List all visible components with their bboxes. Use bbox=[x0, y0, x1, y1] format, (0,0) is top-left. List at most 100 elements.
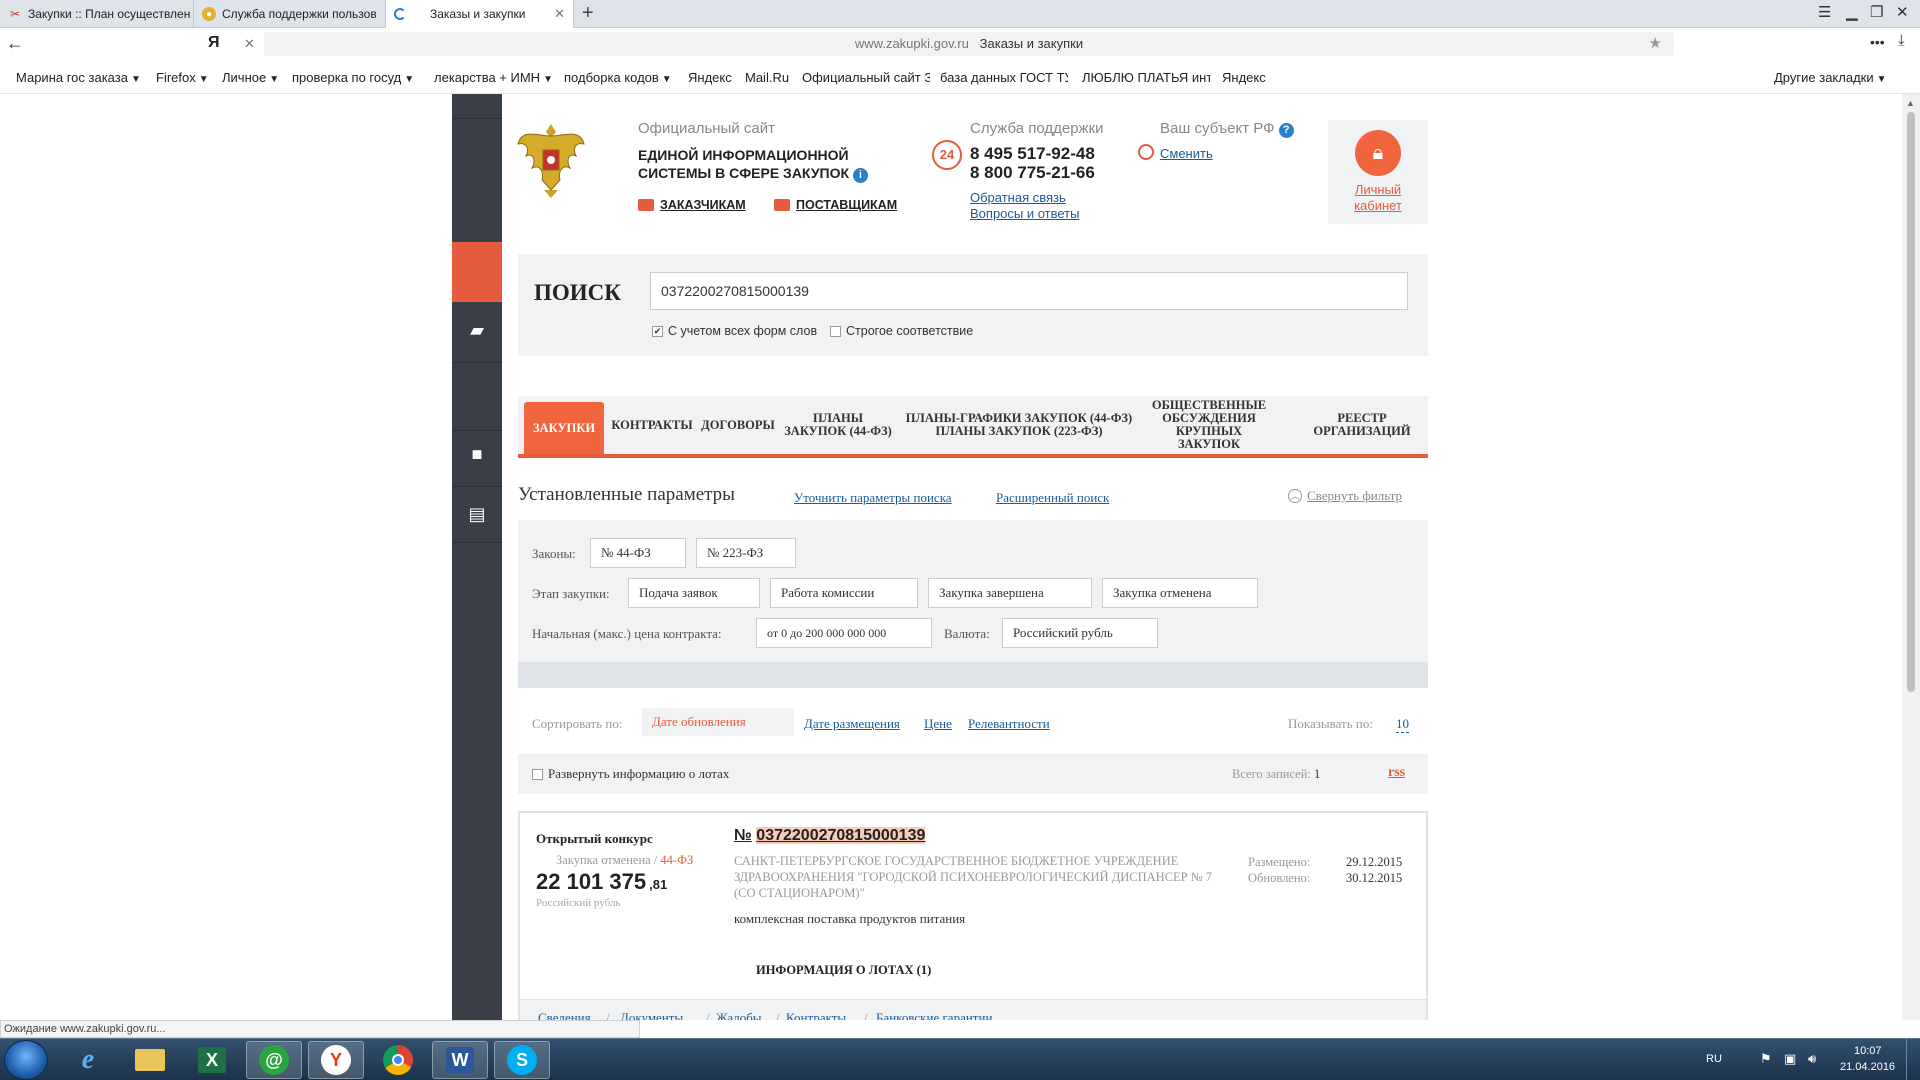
faq-link[interactable]: Вопросы и ответы bbox=[970, 206, 1079, 221]
menu-icon[interactable]: ☰ bbox=[1818, 4, 1831, 22]
filter-panel: Законы: № 44-ФЗ № 223-ФЗ Этап закупки: П… bbox=[518, 520, 1428, 688]
expand-lots-checkbox[interactable]: Развернуть информацию о лотах bbox=[532, 766, 729, 782]
start-button[interactable] bbox=[4, 1040, 48, 1080]
stage-commission-chip[interactable]: Работа комиссии bbox=[770, 578, 918, 608]
yandex-browser-icon[interactable]: Y bbox=[308, 1041, 364, 1079]
procurement-number-link[interactable]: № 0372200270815000139 bbox=[734, 827, 926, 845]
tab-public-discussions[interactable]: Общественные обсуждения крупных закупок bbox=[1144, 396, 1274, 454]
back-arrow-icon[interactable]: ← bbox=[6, 33, 24, 54]
nav-item-active[interactable] bbox=[452, 242, 502, 302]
scrollbar-thumb[interactable] bbox=[1907, 112, 1915, 692]
info-icon[interactable]: i bbox=[852, 168, 868, 183]
other-bookmarks[interactable]: Другие закладки ▼ bbox=[1774, 70, 1887, 85]
mail-agent-icon[interactable]: @ bbox=[246, 1041, 302, 1079]
link-documents[interactable]: Документы bbox=[620, 1010, 683, 1020]
bookmark-1[interactable]: Марина гос заказа ▼ bbox=[16, 70, 142, 85]
refine-search-link[interactable]: Уточнить параметры поиска bbox=[794, 490, 952, 506]
tray-volume-icon[interactable]: 🔊︎ bbox=[1808, 1051, 1816, 1067]
law-223-chip[interactable]: № 223-ФЗ bbox=[696, 538, 796, 568]
language-indicator[interactable]: RU bbox=[1706, 1053, 1722, 1065]
price-range-chip[interactable]: от 0 до 200 000 000 000 bbox=[756, 618, 932, 648]
tab-agreements[interactable]: Договоры bbox=[698, 396, 778, 454]
sort-by-price-link[interactable]: Цене bbox=[924, 716, 952, 732]
download-icon[interactable]: ⤓ bbox=[1898, 32, 1905, 49]
stage-completed-chip[interactable]: Закупка завершена bbox=[928, 578, 1092, 608]
excel-icon[interactable]: X bbox=[184, 1041, 240, 1079]
tab-plan-schedules[interactable]: Планы-графики закупок (44-ФЗ) Планы закуп… bbox=[900, 396, 1138, 454]
briefcase-icon[interactable]: ■ bbox=[452, 444, 502, 465]
advanced-search-link[interactable]: Расширенный поиск bbox=[996, 490, 1109, 506]
feedback-link[interactable]: Обратная связь bbox=[970, 190, 1066, 205]
scroll-up-icon[interactable]: ▲ bbox=[1906, 98, 1915, 108]
collapse-filter-link[interactable]: ︿ Свернуть фильтр bbox=[1288, 488, 1402, 504]
close-window-icon[interactable]: ✕ bbox=[1896, 4, 1909, 22]
yandex-icon[interactable]: Я bbox=[208, 34, 220, 52]
rss-link[interactable]: rss bbox=[1388, 765, 1405, 781]
word-icon[interactable]: W bbox=[432, 1041, 488, 1079]
currency-chip[interactable]: Российский рубль bbox=[1002, 618, 1158, 648]
link-bank-guarantees[interactable]: Банковские гарантии bbox=[876, 1010, 992, 1020]
bookmark-12[interactable]: Яндекс bbox=[1222, 70, 1266, 85]
tray-flag-icon[interactable]: ⚑ bbox=[1760, 1051, 1772, 1067]
clock-time[interactable]: 10:07 bbox=[1854, 1045, 1882, 1057]
link-details[interactable]: Сведения bbox=[538, 1010, 591, 1020]
browser-tab-2[interactable]: ● Служба поддержки пользов bbox=[194, 0, 386, 28]
tab-plans[interactable]: Планы закупок (44-ФЗ) bbox=[782, 396, 894, 454]
region-change-link[interactable]: Сменить bbox=[1160, 146, 1213, 161]
help-icon[interactable]: ? bbox=[1278, 123, 1294, 138]
link-contracts[interactable]: Контракты bbox=[786, 1010, 846, 1020]
page-scrollbar[interactable]: ▲ bbox=[1902, 94, 1920, 1020]
lots-info-toggle[interactable]: ИНФОРМАЦИЯ О ЛОТАХ (1) bbox=[756, 963, 931, 978]
personal-cabinet-button[interactable]: 🔒︎ Личный кабинет bbox=[1328, 120, 1428, 224]
suppliers-link[interactable]: ПОСТАВЩИКАМ bbox=[774, 198, 897, 212]
bookmark-8[interactable]: Mail.Ru bbox=[745, 70, 789, 85]
sort-by-posted-link[interactable]: Дате размещения bbox=[804, 716, 900, 732]
more-icon[interactable]: ••• bbox=[1870, 34, 1885, 50]
star-icon[interactable]: ★ bbox=[1649, 32, 1662, 56]
address-field[interactable]: www.zakupki.gov.ru Заказы и закупки ★ bbox=[264, 32, 1674, 56]
link-complaints[interactable]: Жалобы bbox=[716, 1010, 762, 1020]
strict-match-checkbox[interactable]: Строгое соответствие bbox=[830, 324, 973, 338]
document-icon[interactable]: ▤ bbox=[452, 504, 502, 525]
address-bar-row: ← Я ✕ www.zakupki.gov.ru Заказы и закупк… bbox=[0, 28, 1920, 60]
close-tab-icon[interactable]: ✕ bbox=[554, 6, 565, 22]
sort-by-updated-active[interactable]: Дате обновления bbox=[642, 708, 794, 736]
bookmark-5[interactable]: лекарства + ИМН ▼ bbox=[434, 70, 553, 85]
show-desktop-button[interactable] bbox=[1906, 1039, 1920, 1080]
folder-icon[interactable] bbox=[122, 1041, 178, 1079]
bookmark-9[interactable]: Официальный сайт З bbox=[802, 70, 930, 85]
browser-tab-3[interactable]: Заказы и закупки ✕ bbox=[386, 0, 574, 28]
stage-cancelled-chip[interactable]: Закупка отменена bbox=[1102, 578, 1258, 608]
browser-tab-bar: ✂ Закупки :: План осуществлен ● Служба п… bbox=[0, 0, 1920, 28]
restore-icon[interactable]: ❐ bbox=[1870, 4, 1883, 22]
bookmark-11[interactable]: ЛЮБЛЮ ПЛАТЬЯ инт bbox=[1082, 70, 1210, 85]
chrome-icon[interactable] bbox=[370, 1041, 426, 1079]
book-icon[interactable]: ▰ bbox=[452, 320, 502, 341]
browser-tab-1[interactable]: ✂ Закупки :: План осуществлен bbox=[0, 0, 194, 28]
clock-date[interactable]: 21.04.2016 bbox=[1840, 1061, 1895, 1073]
bookmark-10[interactable]: база данных ГОСТ ТУ bbox=[940, 70, 1068, 85]
price-cents: ,81 bbox=[649, 877, 668, 892]
skype-icon[interactable]: S bbox=[494, 1041, 550, 1079]
law-44-chip[interactable]: № 44-ФЗ bbox=[590, 538, 686, 568]
bookmark-2[interactable]: Firefox ▼ bbox=[156, 70, 209, 85]
stop-icon[interactable]: ✕ bbox=[244, 36, 255, 52]
new-tab-button[interactable]: + bbox=[582, 3, 594, 23]
ie-icon[interactable]: e bbox=[60, 1041, 116, 1079]
sort-by-relevance-link[interactable]: Релевантности bbox=[968, 716, 1050, 732]
tab-purchases[interactable]: Закупки bbox=[524, 402, 604, 454]
tab-contracts[interactable]: Контракты bbox=[610, 396, 694, 454]
bookmark-6[interactable]: подборка кодов ▼ bbox=[564, 70, 672, 85]
site-title-line2: СИСТЕМЫ В СФЕРЕ ЗАКУПОК bbox=[638, 165, 850, 181]
bookmark-3[interactable]: Личное ▼ bbox=[222, 70, 279, 85]
page-size-select[interactable]: 10 bbox=[1396, 716, 1409, 733]
customers-link[interactable]: ЗАКАЗЧИКАМ bbox=[638, 198, 746, 212]
bookmark-4[interactable]: проверка по госуд ▼ bbox=[292, 70, 422, 85]
minimize-icon[interactable]: ▁ bbox=[1846, 4, 1858, 22]
bookmark-7[interactable]: Яндекс bbox=[688, 70, 732, 85]
search-input[interactable]: 0372200270815000139 bbox=[650, 272, 1408, 310]
all-forms-checkbox[interactable]: ✔ С учетом всех форм слов bbox=[652, 324, 817, 338]
tray-network-icon[interactable]: ▣ bbox=[1784, 1051, 1796, 1067]
tab-organizations[interactable]: Реестр организаций bbox=[1308, 396, 1416, 454]
stage-submission-chip[interactable]: Подача заявок bbox=[628, 578, 760, 608]
